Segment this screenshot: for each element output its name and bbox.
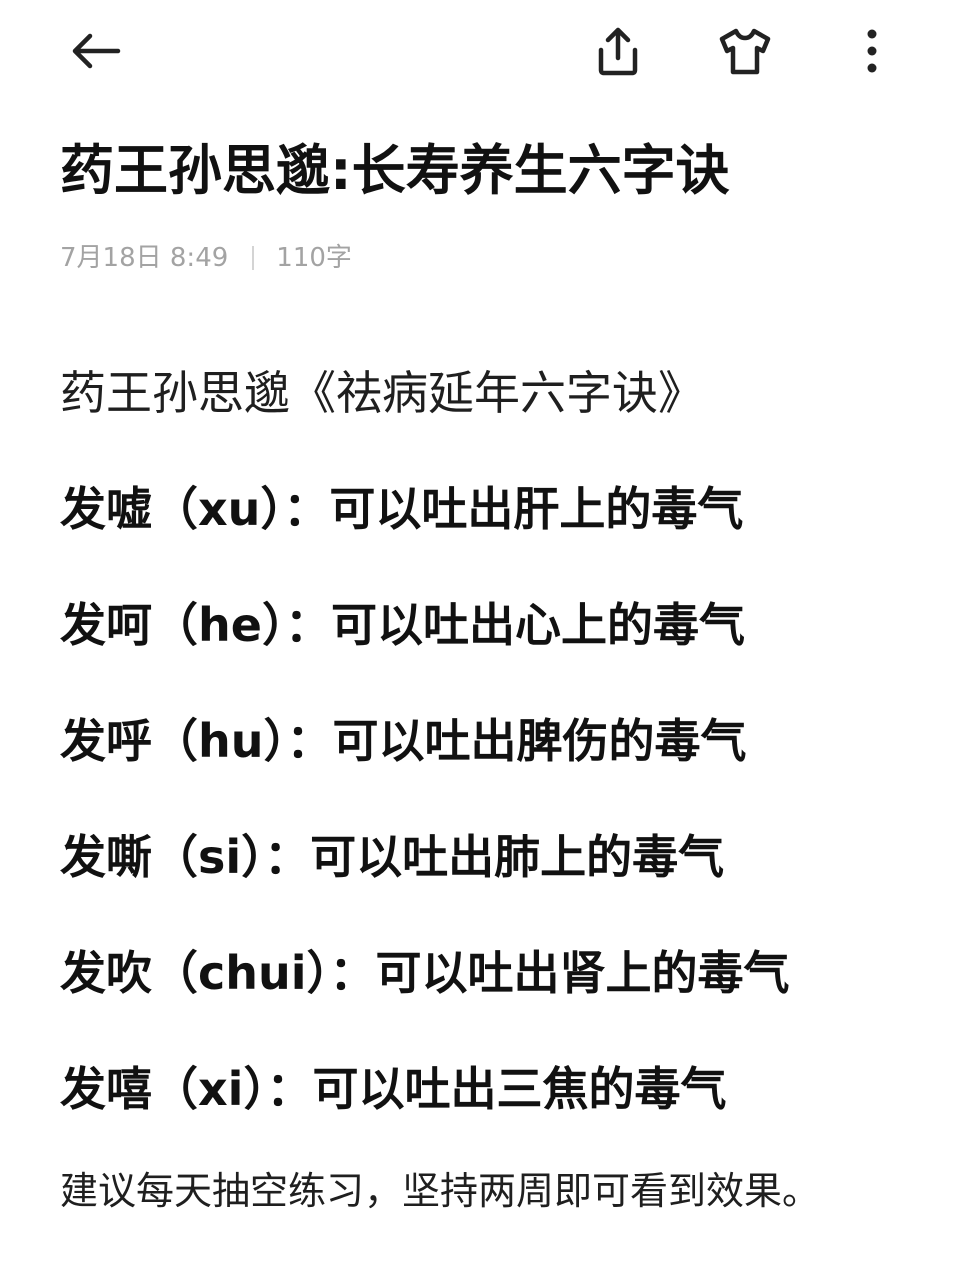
- back-button[interactable]: [66, 22, 126, 82]
- footer-line: 建议每天抽空练习，坚持两周即可看到效果。: [60, 1169, 821, 1213]
- body-line: 发嘘（xu）：可以吐出肝上的毒气: [60, 482, 744, 536]
- body-line: 发呵（he）：可以吐出心上的毒气: [60, 598, 745, 652]
- intro-line: 药王孙思邈《祛病延年六字诀》: [60, 366, 704, 420]
- share-icon: [598, 27, 638, 76]
- arrow-left-icon: [72, 33, 121, 69]
- more-vertical-icon: [867, 29, 877, 73]
- note-meta: 7月18日 8:49 110字: [60, 238, 352, 278]
- meta-divider: [252, 246, 255, 270]
- body-line: 发吹（chui）：可以吐出肾上的毒气: [60, 946, 790, 1000]
- body-line: 发呼（hu）：可以吐出脾伤的毒气: [60, 714, 747, 768]
- note-date: 7月18日 8:49: [60, 243, 229, 273]
- note-title: 药王孙思邈:长寿养生六字诀: [60, 139, 730, 202]
- tshirt-icon: [719, 28, 771, 75]
- more-options-button[interactable]: [842, 22, 902, 82]
- body-line: 发嘶（si）：可以吐出肺上的毒气: [60, 830, 725, 884]
- body-line: 发嘻（xi）：可以吐出三焦的毒气: [60, 1062, 727, 1116]
- note-body: 药王孙思邈《祛病延年六字诀》 发嘘（xu）：可以吐出肝上的毒气 发呵（he）：可…: [60, 356, 930, 1216]
- top-toolbar: [0, 0, 960, 104]
- share-button[interactable]: [588, 22, 648, 82]
- word-count: 110字: [276, 243, 352, 273]
- theme-button[interactable]: [715, 22, 775, 82]
